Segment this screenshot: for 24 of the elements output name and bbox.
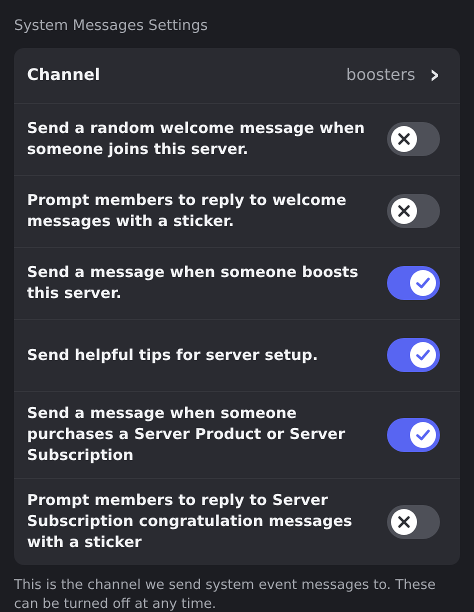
footer-note: This is the channel we send system event messages to. These can be turned off at any time. — [14, 576, 437, 612]
channel-label: Channel — [27, 64, 100, 86]
x-icon — [397, 204, 411, 218]
toggle-switch[interactable] — [387, 504, 440, 539]
setting-label: Send a message when someone purchases a Server Product or Server Subscription — [27, 403, 346, 466]
check-icon — [416, 277, 430, 290]
section-title: System Messages Settings — [14, 17, 209, 36]
chevron-icon: › — [429, 62, 440, 88]
channel-row[interactable]: Channel boosters › — [14, 48, 460, 103]
check-icon — [416, 428, 430, 441]
setting-label: Prompt members to reply to welcome messages with a sticker. — [27, 190, 348, 232]
check-icon — [416, 349, 430, 362]
channel-value: boosters — [346, 64, 416, 86]
toggle-switch[interactable] — [387, 338, 440, 372]
setting-label: Send a random welcome message when someone joins this server. — [27, 118, 366, 160]
setting-label: Send helpful tips for server setup. — [27, 344, 320, 366]
toggle-switch[interactable] — [387, 194, 440, 228]
toggle-switch[interactable] — [387, 122, 440, 156]
toggle-switch[interactable] — [387, 266, 440, 300]
x-icon — [397, 132, 411, 146]
x-icon — [397, 514, 411, 529]
toggle-switch[interactable] — [387, 418, 440, 452]
setting-label: Send a message when someone boosts this server. — [27, 262, 360, 304]
setting-label: Prompt members to reply to Server Subscription congratulation messages with a sticker — [27, 490, 354, 554]
